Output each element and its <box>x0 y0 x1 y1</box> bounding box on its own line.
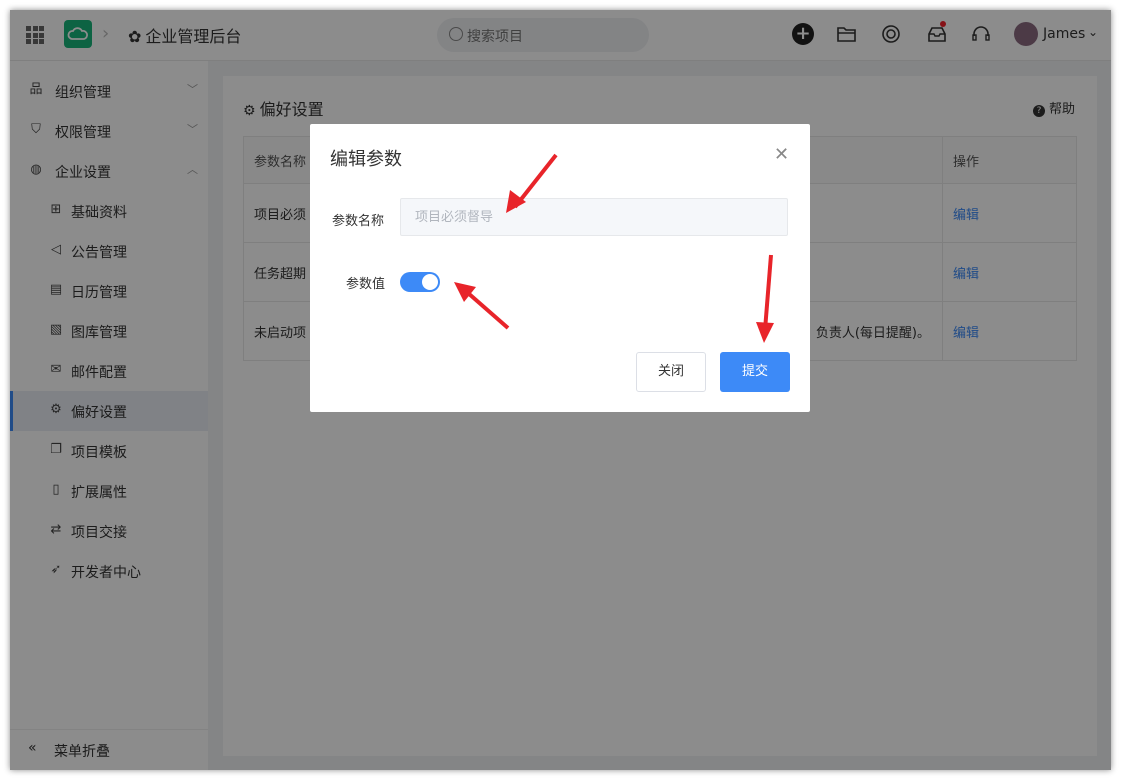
annotation-arrow <box>756 322 774 343</box>
annotation-arrow <box>466 291 510 330</box>
annotation-arrow <box>763 254 773 331</box>
app-window: › ✿企业管理后台 + James ⌄ 品 组织管理 ﹀ <box>10 10 1111 770</box>
annotation-arrows <box>454 153 774 343</box>
annotation-arrow <box>506 190 526 213</box>
